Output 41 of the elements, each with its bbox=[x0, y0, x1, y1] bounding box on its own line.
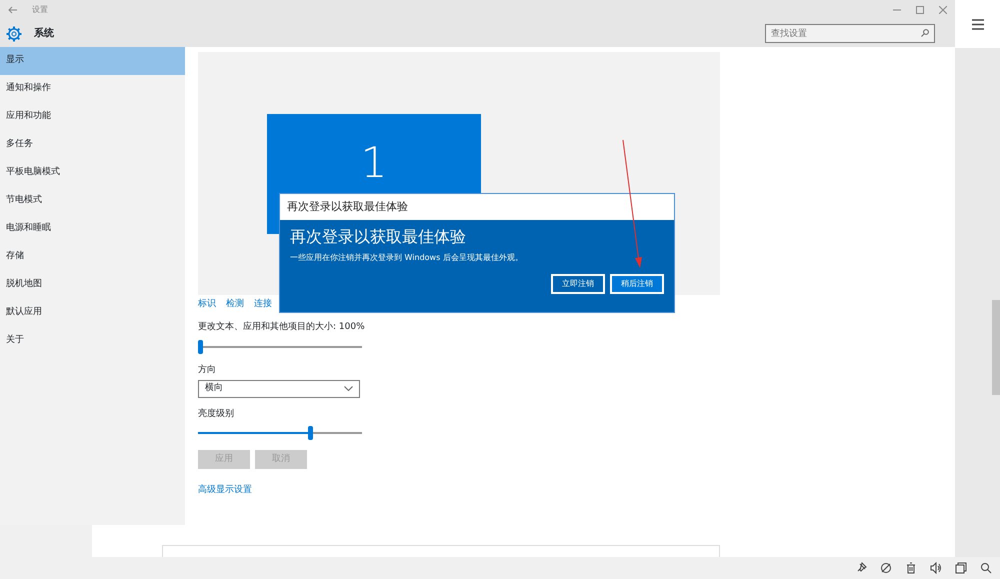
sidebar-item[interactable]: 节电模式 bbox=[0, 187, 185, 215]
speaker-icon[interactable] bbox=[930, 562, 942, 574]
back-icon[interactable] bbox=[8, 6, 18, 14]
link[interactable]: 标识 bbox=[198, 298, 216, 311]
dialog-button[interactable]: 立即注销 bbox=[551, 274, 605, 294]
search-field[interactable]: 查找设置 bbox=[765, 24, 935, 43]
pin-icon[interactable] bbox=[855, 562, 867, 574]
dialog-title: 再次登录以获取最佳体验 bbox=[280, 194, 674, 220]
window-title: 设置 bbox=[32, 4, 48, 16]
maximize-icon[interactable] bbox=[916, 6, 924, 14]
menu-icon[interactable] bbox=[972, 18, 984, 30]
link[interactable]: 连接 bbox=[254, 298, 272, 311]
sidebar-item[interactable]: 应用和功能 bbox=[0, 103, 185, 131]
link[interactable]: 检测 bbox=[226, 298, 244, 311]
sidebar-item[interactable]: 平板电脑模式 bbox=[0, 159, 185, 187]
gear-icon bbox=[6, 26, 22, 42]
search-icon[interactable] bbox=[921, 29, 929, 37]
dialog-button[interactable]: 稍后注销 bbox=[610, 274, 664, 294]
sidebar-item[interactable]: 关于 bbox=[0, 327, 185, 355]
window-icon[interactable] bbox=[955, 562, 967, 574]
slider-thumb[interactable] bbox=[198, 340, 203, 354]
section-title: 系统 bbox=[34, 26, 54, 41]
sidebar-item[interactable]: 脱机地图 bbox=[0, 271, 185, 299]
chevron-icon bbox=[344, 386, 353, 391]
trash-icon[interactable] bbox=[905, 562, 917, 574]
slider-label: 更改文本、应用和其他项目的大小: 100% bbox=[198, 321, 366, 334]
sidebar-item[interactable]: 存储 bbox=[0, 243, 185, 271]
settings-link[interactable]: 高级显示设置 bbox=[198, 484, 252, 498]
sidebar-item[interactable]: 默认应用 bbox=[0, 299, 185, 327]
sidebar-item[interactable]: 多任务 bbox=[0, 131, 185, 159]
slider-thumb[interactable] bbox=[308, 426, 313, 440]
search-icon[interactable] bbox=[980, 562, 992, 574]
slider-label: 亮度级别 bbox=[198, 408, 235, 420]
dialog-message: 一些应用在你注销并再次登录到 Windows 后会呈现其最佳外观。 bbox=[290, 252, 524, 264]
field-label: 方向 bbox=[198, 364, 217, 376]
sidebar-item[interactable]: 显示 bbox=[0, 47, 185, 75]
sidebar-item[interactable]: 电源和睡眠 bbox=[0, 215, 185, 243]
sidebar-item[interactable]: 通知和操作 bbox=[0, 75, 185, 103]
scrollbar-thumb[interactable] bbox=[992, 300, 1000, 395]
orientation-dropdown[interactable]: 横向 bbox=[198, 380, 360, 398]
close-icon[interactable] bbox=[939, 6, 947, 14]
